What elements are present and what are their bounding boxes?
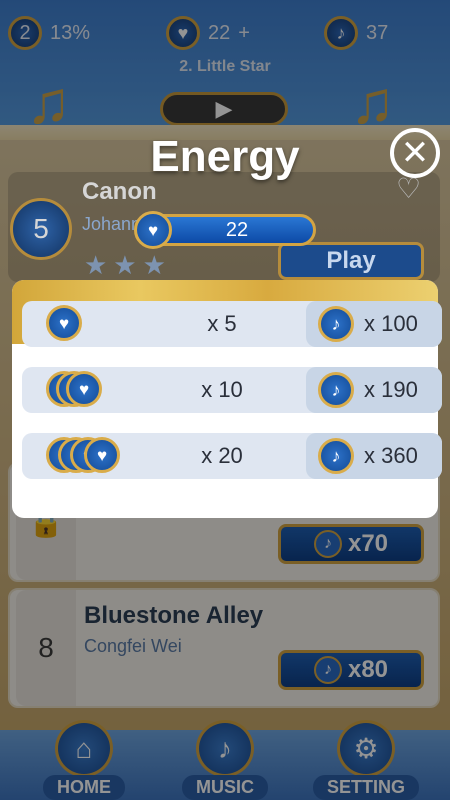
note-icon: ♪ [318, 306, 354, 342]
song-stars: ★★★ [84, 250, 172, 280]
offer-price: x 190 [364, 377, 418, 402]
heart-icon: ♥ [46, 305, 82, 341]
offer-quantity: x 20 [201, 443, 243, 468]
heart-icon: ♥ [84, 437, 120, 473]
song-number: 5 [10, 198, 72, 260]
offer-quantity: x 5 [207, 311, 237, 336]
energy-offer-row[interactable]: ♥ ♥ ♥ x 10 ♪ x 190 [22, 367, 442, 413]
note-icon: ♪ [318, 438, 354, 474]
offer-price: x 100 [364, 311, 418, 336]
offer-quantity: x 10 [201, 377, 243, 402]
buy-button[interactable]: ♪ x 100 [306, 301, 442, 347]
energy-offer-row[interactable]: ♥ ♥ ♥ ♥ x 20 ♪ x 360 [22, 433, 442, 479]
song-artist: Johann [82, 214, 142, 234]
buy-button[interactable]: ♪ x 360 [306, 433, 442, 479]
song-title: Canon [82, 178, 157, 205]
offer-price: x 360 [364, 443, 418, 468]
energy-offer-row[interactable]: ♥ x 5 ♪ x 100 [22, 301, 442, 347]
buy-button[interactable]: ♪ x 190 [306, 367, 442, 413]
play-song-button[interactable]: Play [278, 242, 424, 280]
heart-icon: ♥ [66, 371, 102, 407]
close-icon[interactable]: ✕ [390, 128, 440, 178]
dialog-title: Energy [150, 132, 300, 181]
note-icon: ♪ [318, 372, 354, 408]
heart-icon: ♥ [134, 211, 172, 249]
